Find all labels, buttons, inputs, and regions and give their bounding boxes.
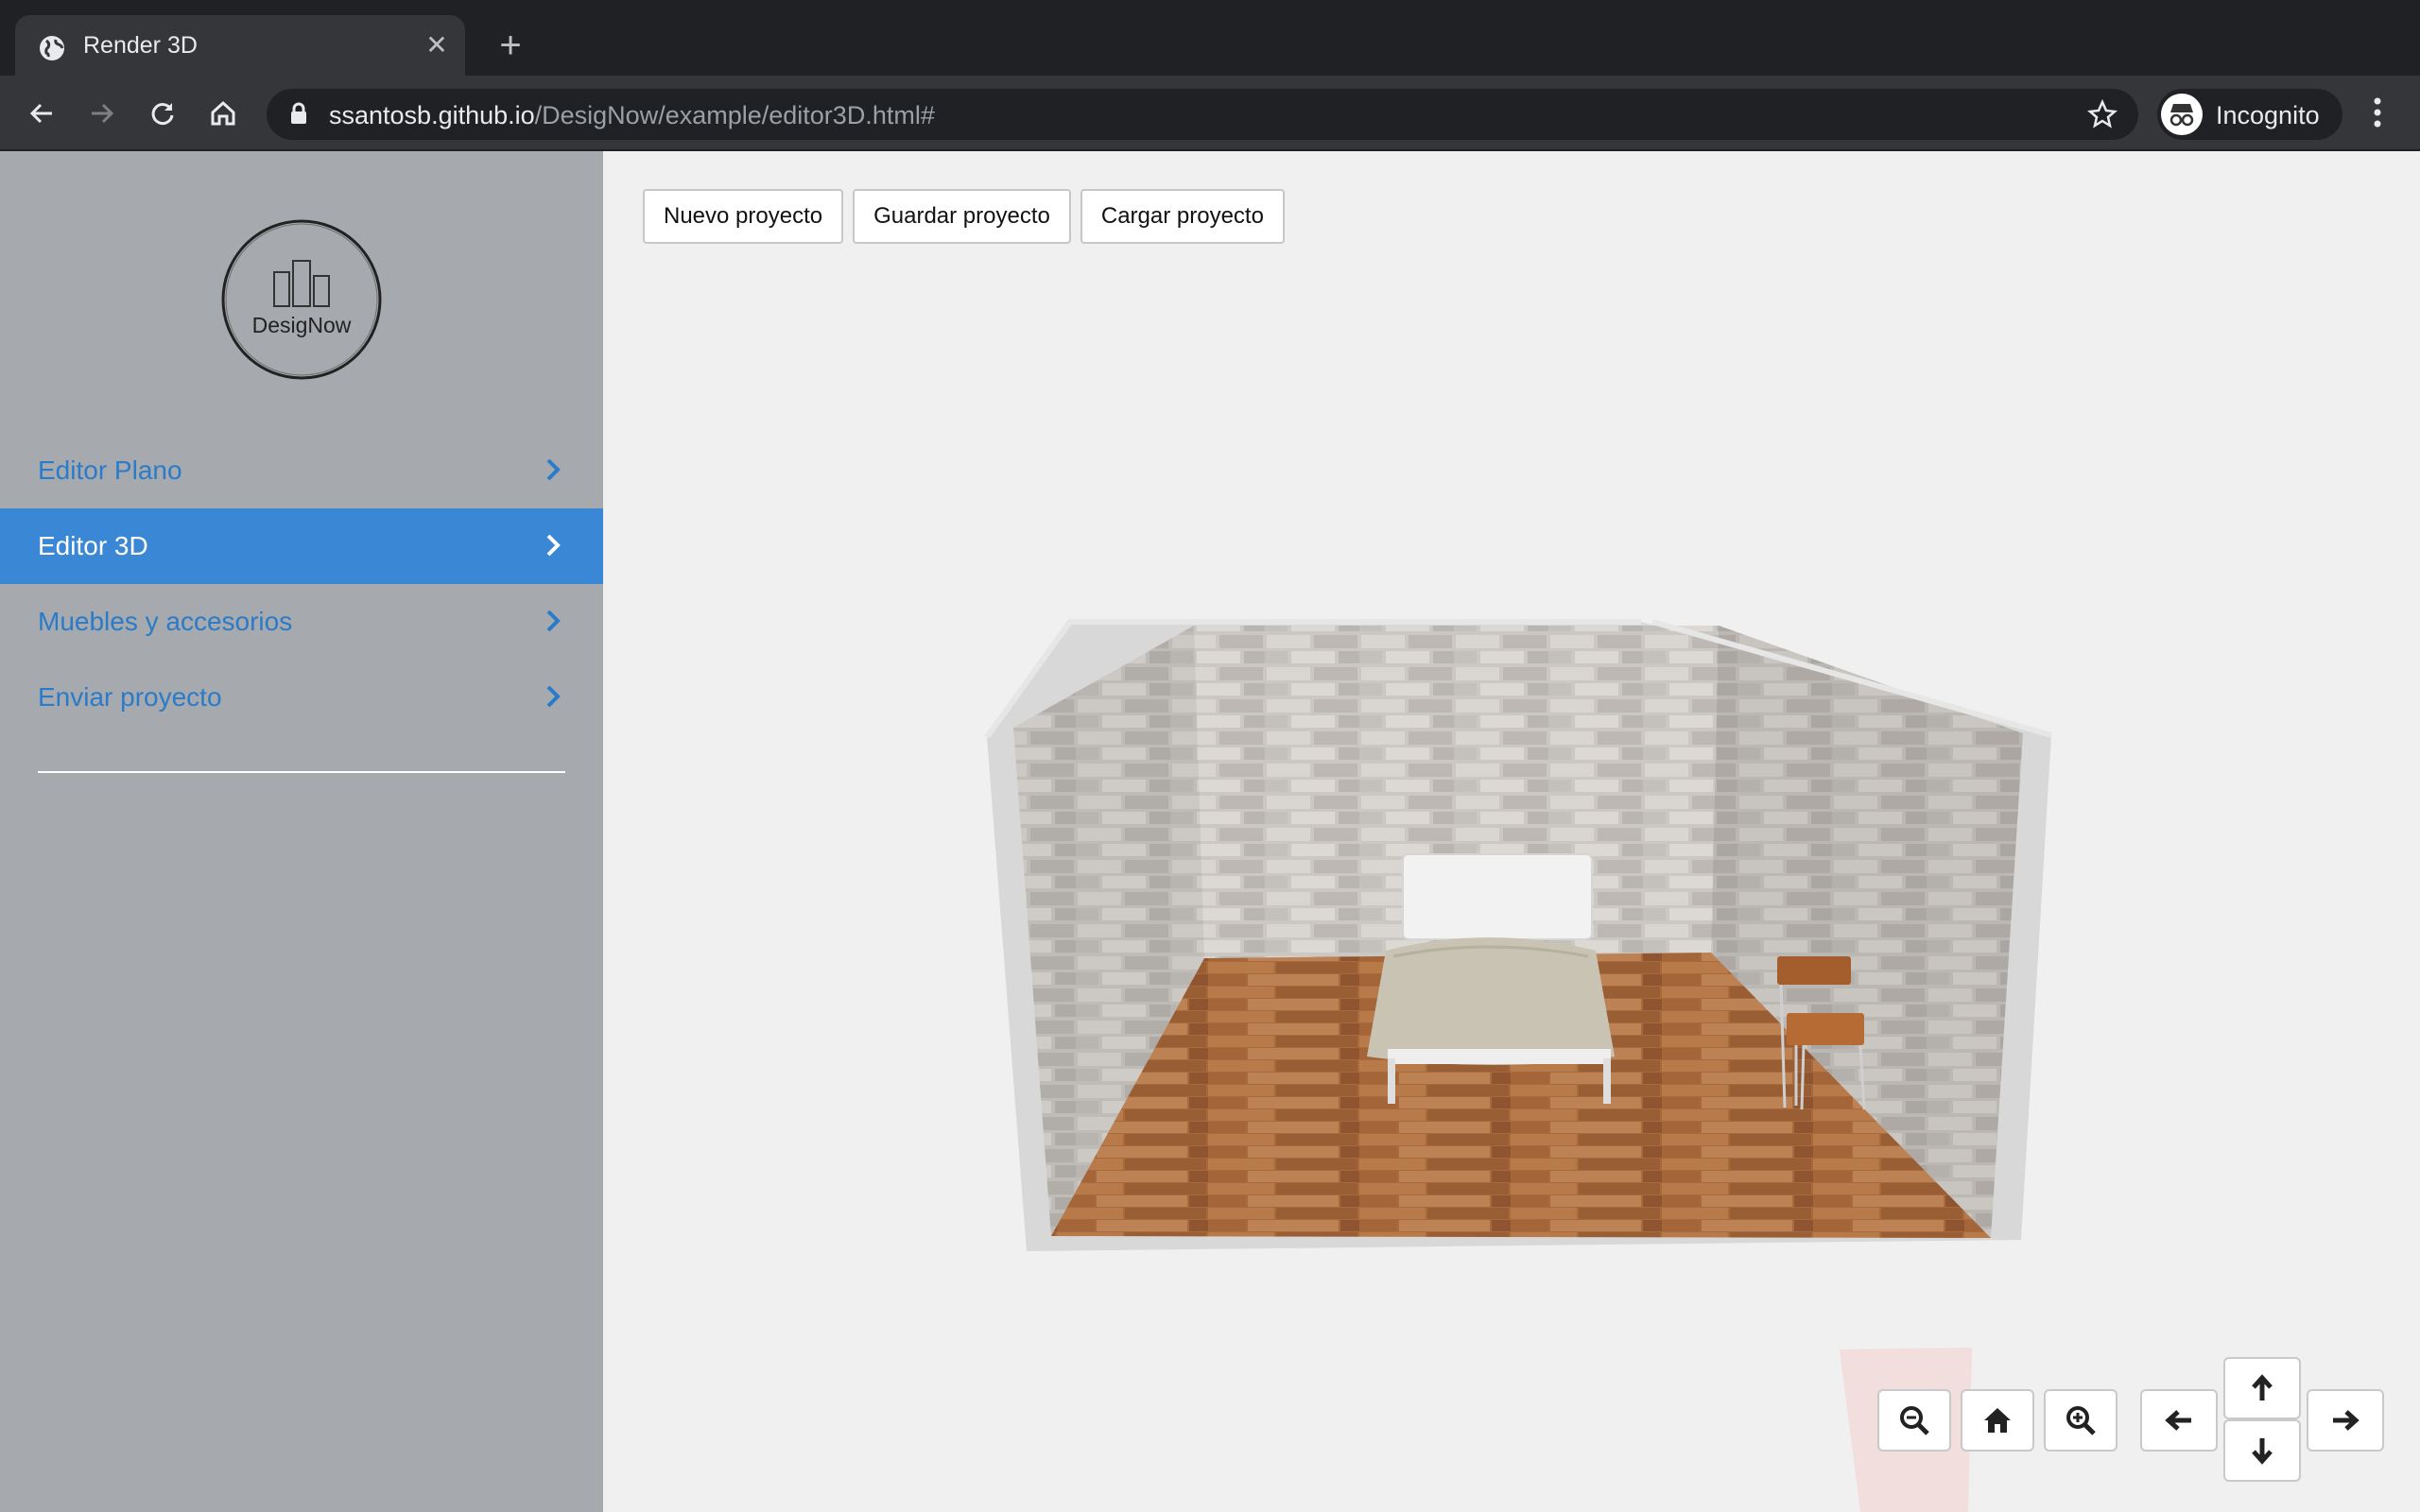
zoom-in-button[interactable] (2044, 1389, 2118, 1452)
chevron-right-icon (546, 534, 561, 557)
bookmark-star-icon[interactable] (2087, 99, 2118, 129)
project-toolbar: Nuevo proyecto Guardar proyecto Cargar p… (643, 189, 1285, 244)
save-project-button[interactable]: Guardar proyecto (853, 189, 1071, 244)
sidebar-item-enviar[interactable]: Enviar proyecto (0, 660, 603, 735)
lock-icon (291, 102, 306, 124)
tab-title: Render 3D (83, 32, 198, 59)
logo-text: DesigNow (252, 313, 352, 337)
incognito-badge[interactable]: Incognito (2157, 89, 2342, 140)
pan-right-button[interactable] (2307, 1389, 2384, 1452)
chevron-right-icon (546, 685, 561, 708)
arrow-left-icon (2165, 1410, 2191, 1431)
home-icon (1984, 1408, 2011, 1433)
sidebar: DesigNow Editor Plano Editor 3D Muebles … (0, 151, 603, 1512)
zoom-out-button[interactable] (1877, 1389, 1951, 1452)
pan-left-button[interactable] (2140, 1389, 2218, 1452)
browser-toolbar: ssantosb.github.io/DesigNow/example/edit… (0, 76, 2420, 151)
sidebar-divider (38, 771, 565, 773)
incognito-icon (2161, 94, 2203, 135)
viewport-3d[interactable]: Nuevo proyecto Guardar proyecto Cargar p… (603, 151, 2420, 1512)
sidebar-item-editor-3d[interactable]: Editor 3D (0, 508, 603, 584)
reload-icon[interactable] (142, 93, 183, 134)
pan-up-button[interactable] (2223, 1357, 2301, 1419)
home-view-button[interactable] (1961, 1389, 2034, 1452)
new-tab-icon[interactable]: + (492, 26, 529, 64)
sidebar-item-label: Editor Plano (38, 455, 182, 485)
close-tab-icon[interactable]: ✕ (418, 26, 456, 64)
more-menu-icon[interactable] (2363, 89, 2392, 136)
room-3d-render[interactable] (603, 151, 2420, 1512)
sidebar-item-label: Enviar proyecto (38, 682, 222, 712)
designow-logo[interactable]: DesigNow (219, 217, 384, 382)
sidebar-item-label: Editor 3D (38, 531, 148, 560)
tab-strip: Render 3D ✕ + (0, 0, 2420, 76)
url-text: ssantosb.github.io/DesigNow/example/edit… (329, 101, 935, 129)
load-project-button[interactable]: Cargar proyecto (1080, 189, 1285, 244)
incognito-label: Incognito (2216, 101, 2320, 129)
sidebar-menu: Editor Plano Editor 3D Muebles y accesor… (0, 433, 603, 735)
zoom-in-icon (2066, 1406, 2096, 1435)
sidebar-item-editor-plano[interactable]: Editor Plano (0, 433, 603, 508)
pan-down-button[interactable] (2223, 1419, 2301, 1482)
browser-tab[interactable]: Render 3D ✕ (15, 15, 465, 76)
new-project-button[interactable]: Nuevo proyecto (643, 189, 844, 244)
arrow-right-icon (2333, 1410, 2360, 1431)
arrow-up-icon (2252, 1374, 2273, 1400)
forward-icon[interactable] (81, 93, 123, 134)
globe-icon (40, 36, 64, 60)
sidebar-item-label: Muebles y accesorios (38, 607, 293, 636)
address-bar[interactable]: ssantosb.github.io/DesigNow/example/edit… (267, 89, 2138, 140)
zoom-out-icon (1900, 1406, 1929, 1435)
chevron-right-icon (546, 610, 561, 632)
arrow-down-icon (2252, 1438, 2273, 1465)
back-icon[interactable] (21, 93, 62, 134)
home-page-icon[interactable] (202, 93, 244, 134)
chevron-right-icon (546, 458, 561, 481)
sidebar-item-muebles[interactable]: Muebles y accesorios (0, 584, 603, 660)
